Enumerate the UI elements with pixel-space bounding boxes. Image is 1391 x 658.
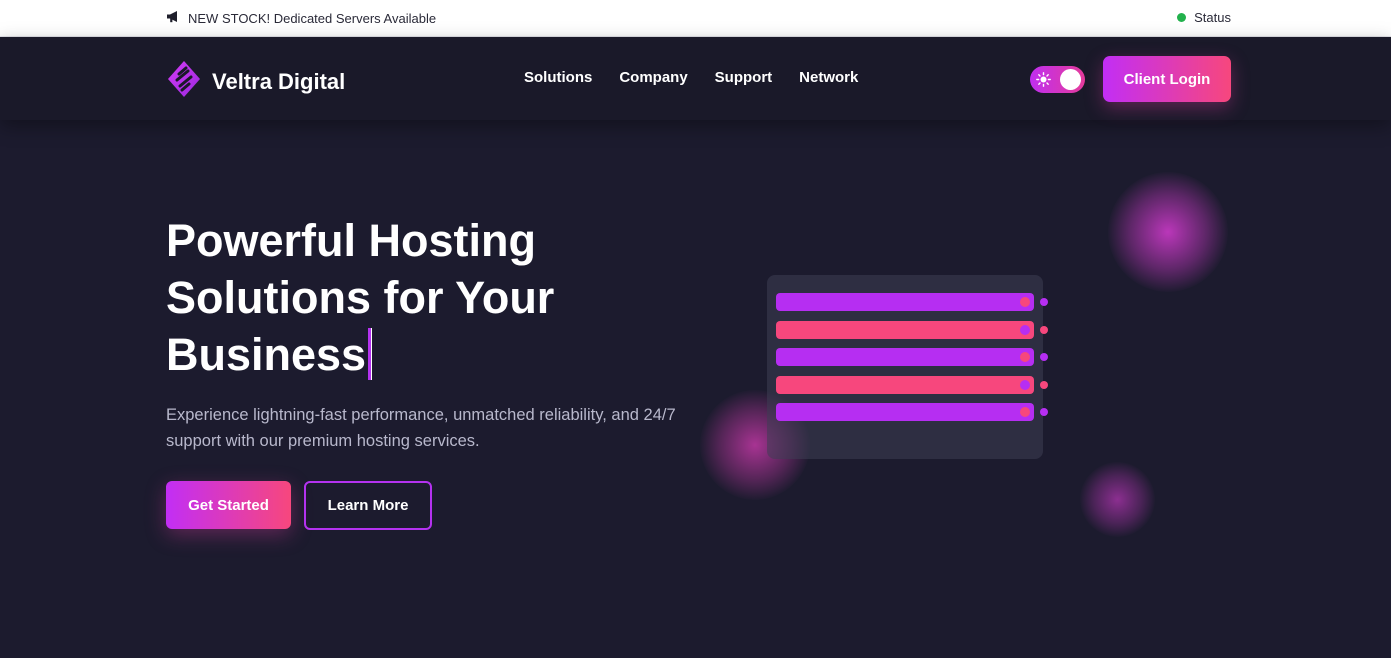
- server-row: [776, 293, 1048, 311]
- typing-cursor: [368, 328, 373, 380]
- veltra-logo-icon: [166, 59, 202, 104]
- glow-orb: [1080, 462, 1155, 537]
- server-row: [776, 348, 1048, 366]
- server-led: [1020, 407, 1030, 417]
- brand-logo[interactable]: Veltra Digital: [166, 59, 345, 104]
- hero-subtitle: Experience lightning-fast performance, u…: [166, 406, 676, 450]
- status-label: Status: [1194, 10, 1231, 25]
- server-rack-illustration: [767, 275, 1048, 459]
- server-row: [776, 403, 1048, 421]
- main-nav: Solutions Company Support Network: [524, 69, 885, 86]
- server-led: [1020, 324, 1030, 335]
- server-status-dot: [1040, 408, 1048, 416]
- announcement-text: NEW STOCK! Dedicated Servers Available: [188, 10, 437, 26]
- get-started-button[interactable]: Get Started: [166, 481, 291, 529]
- server-status-dot: [1040, 325, 1048, 334]
- nav-support[interactable]: Support: [715, 69, 773, 86]
- server-led: [1020, 297, 1030, 307]
- nav-network[interactable]: Network: [799, 69, 858, 86]
- sun-icon: [1036, 72, 1051, 87]
- toggle-knob: [1060, 69, 1081, 90]
- server-row: [776, 375, 1048, 394]
- glow-orb: [1108, 172, 1228, 292]
- megaphone-icon: [166, 10, 188, 26]
- status-indicator: [1177, 13, 1187, 22]
- hero-title: Powerful Hosting Solutions for Your Busi…: [166, 212, 726, 383]
- client-login-button[interactable]: Client Login: [1103, 56, 1231, 102]
- nav-solutions[interactable]: Solutions: [524, 69, 592, 86]
- status-link[interactable]: Status: [1177, 10, 1231, 25]
- server-led: [1020, 352, 1030, 362]
- nav-company[interactable]: Company: [619, 69, 687, 86]
- server-status-dot: [1040, 298, 1048, 306]
- learn-more-button[interactable]: Learn More: [304, 481, 432, 530]
- navbar: Veltra Digital Solutions Company Support…: [0, 37, 1391, 120]
- server-status-dot: [1040, 353, 1048, 361]
- announcement-bar: NEW STOCK! Dedicated Servers Available S…: [0, 0, 1391, 37]
- theme-toggle[interactable]: [1030, 66, 1085, 93]
- hero-title-text: Powerful Hosting Solutions for Your Busi…: [166, 215, 555, 380]
- brand-name: Veltra Digital: [212, 68, 346, 94]
- announcement[interactable]: NEW STOCK! Dedicated Servers Available: [166, 10, 436, 26]
- server-status-dot: [1040, 380, 1048, 389]
- server-row: [776, 320, 1048, 339]
- server-led: [1020, 379, 1030, 390]
